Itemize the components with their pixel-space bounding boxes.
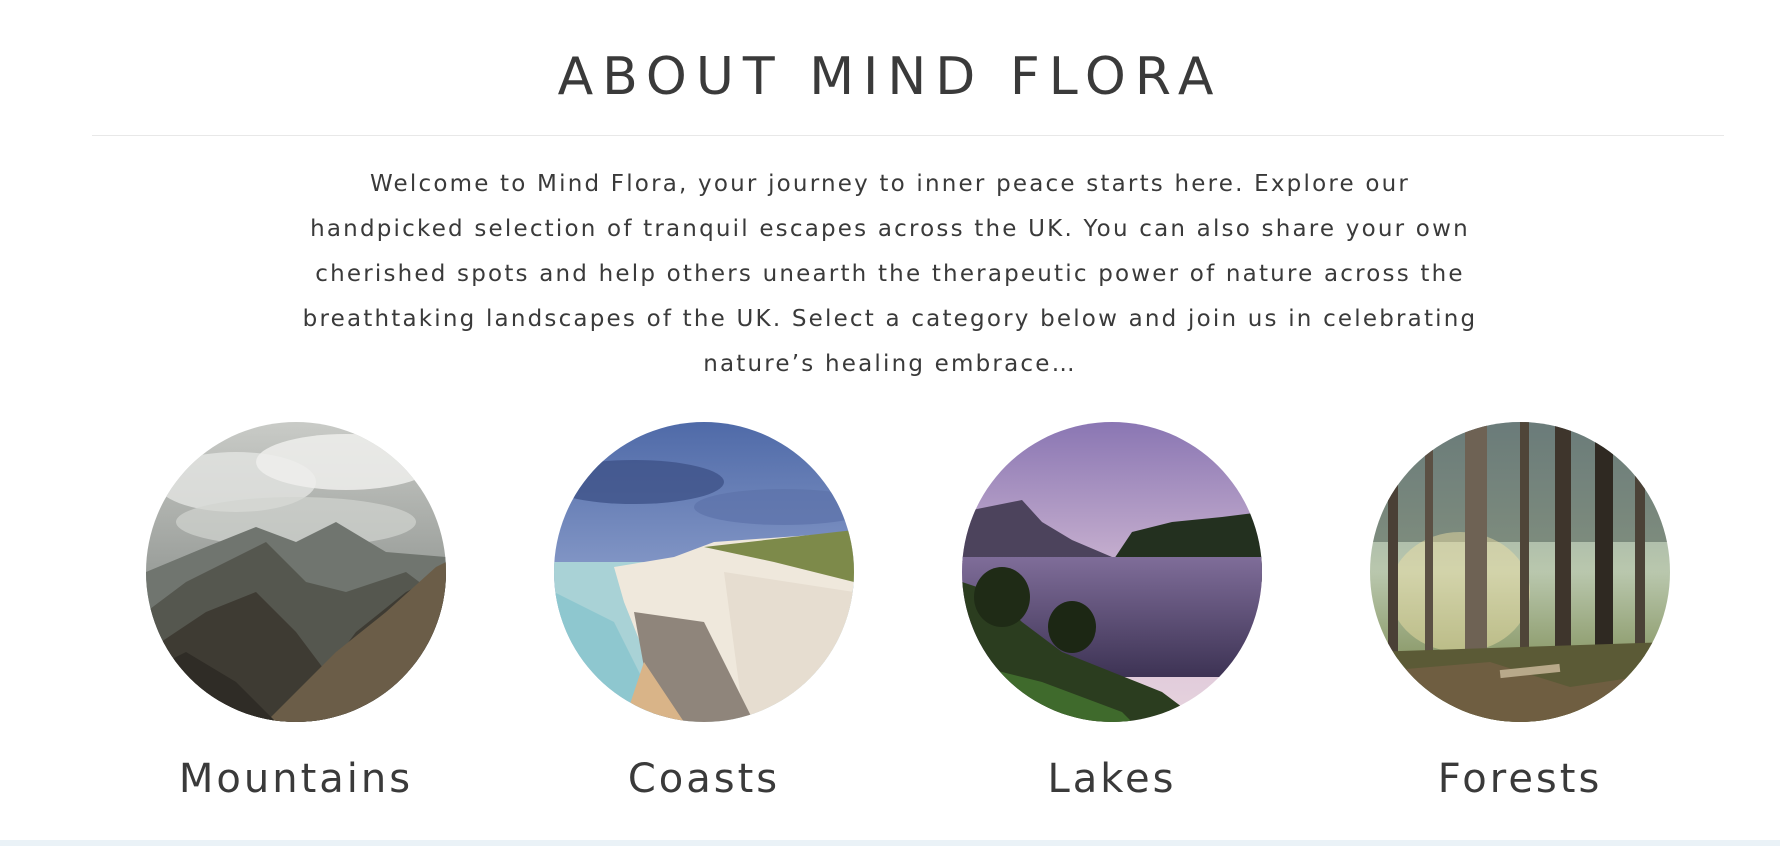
category-coasts[interactable]: Coasts	[554, 422, 854, 803]
mountains-image[interactable]	[146, 422, 446, 722]
category-forests[interactable]: Forests	[1370, 422, 1670, 803]
forests-image[interactable]	[1370, 422, 1670, 722]
category-lakes[interactable]: Lakes	[962, 422, 1262, 803]
bottom-section-edge	[0, 840, 1780, 846]
coasts-image[interactable]	[554, 422, 854, 722]
category-label-lakes[interactable]: Lakes	[962, 755, 1262, 803]
lakes-image[interactable]	[962, 422, 1262, 722]
intro-text: Welcome to Mind Flora, your journey to i…	[302, 171, 1478, 377]
category-label-coasts[interactable]: Coasts	[554, 755, 854, 803]
category-label-forests[interactable]: Forests	[1370, 755, 1670, 803]
title-divider	[92, 135, 1724, 136]
category-label-mountains[interactable]: Mountains	[146, 755, 446, 803]
category-mountains[interactable]: Mountains	[146, 422, 446, 803]
page-title: ABOUT MIND FLORA	[557, 47, 1223, 107]
